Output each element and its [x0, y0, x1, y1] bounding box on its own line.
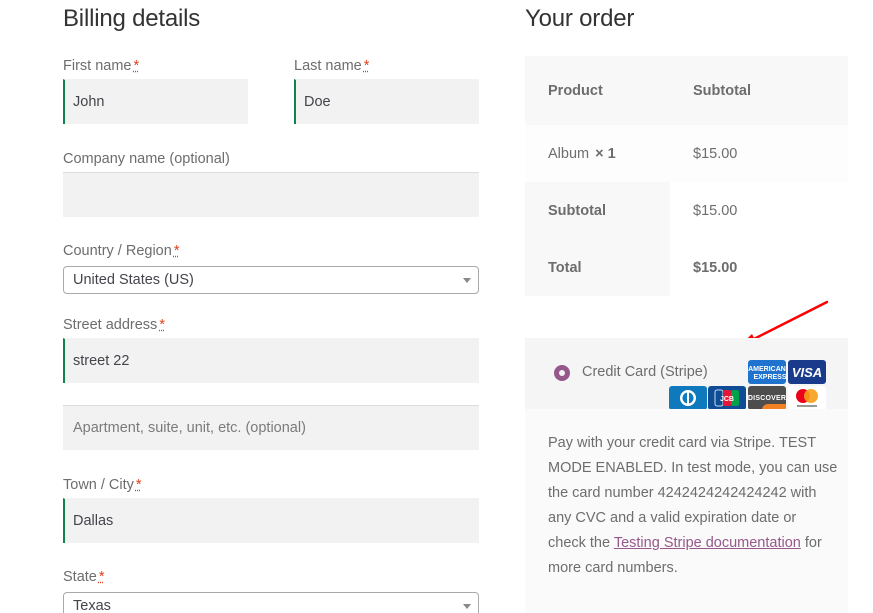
discover-card-icon: DISCOVER [748, 386, 786, 410]
first-name-input[interactable]: John [63, 79, 248, 124]
state-value: Texas [73, 598, 111, 613]
company-name-label-text: Company name (optional) [63, 151, 230, 167]
street-address-value: street 22 [73, 353, 130, 369]
last-name-label-text: Last name [294, 58, 362, 74]
diners-club-card-icon [669, 386, 707, 410]
street-address-input[interactable]: street 22 [63, 338, 479, 383]
street-address-label-text: Street address [63, 317, 158, 333]
cart-subtotal-row: Subtotal $15.00 [525, 182, 848, 239]
payment-description-text: Pay with your credit card via Stripe. TE… [548, 435, 838, 551]
subtotal-label: Subtotal [525, 182, 670, 239]
country-value: United States (US) [73, 272, 194, 288]
svg-text:JCB: JCB [720, 396, 734, 403]
required-mark: * [133, 58, 140, 74]
order-table-header: Product Subtotal [525, 56, 848, 125]
amex-card-icon: AMERICAN EXPRESS [748, 360, 786, 384]
payment-method-radio[interactable] [554, 365, 570, 381]
required-mark: * [135, 477, 142, 493]
order-table: Product Subtotal Album × 1 $15.00 Subtot… [525, 56, 848, 296]
product-quantity: × 1 [595, 145, 616, 162]
billing-details-heading: Billing details [63, 5, 201, 32]
order-total-row: Total $15.00 [525, 239, 848, 296]
payment-method-stripe[interactable]: Credit Card (Stripe) AMERICAN EXPRESS VI… [525, 338, 848, 410]
street-address-line2-placeholder: Apartment, suite, unit, etc. (optional) [73, 420, 306, 436]
mastercard-card-icon [788, 386, 826, 410]
chevron-down-icon [463, 604, 471, 609]
column-header-product: Product [548, 82, 603, 99]
city-label-text: Town / City [63, 477, 134, 493]
city-label: Town / City * [63, 477, 142, 493]
product-subtotal: $15.00 [693, 145, 738, 162]
last-name-label: Last name * [294, 58, 369, 74]
jcb-card-icon: JCB [708, 386, 746, 410]
first-name-label: First name * [63, 58, 139, 74]
svg-text:EXPRESS: EXPRESS [753, 374, 786, 381]
first-name-value: John [73, 94, 105, 110]
street-address-label: Street address * [63, 317, 165, 333]
country-select[interactable]: United States (US) [63, 266, 479, 294]
subtotal-value: $15.00 [693, 202, 738, 219]
country-label-text: Country / Region [63, 243, 172, 259]
payment-description-box: Pay with your credit card via Stripe. TE… [525, 409, 848, 613]
table-row: Album × 1 $15.00 [525, 125, 848, 182]
arrow-shaft [746, 300, 829, 344]
your-order-heading: Your order [525, 5, 635, 32]
city-value: Dallas [73, 513, 114, 529]
first-name-label-text: First name [63, 58, 132, 74]
testing-stripe-documentation-link[interactable]: Testing Stripe documentation [614, 535, 801, 551]
company-name-input[interactable] [63, 172, 479, 217]
visa-card-icon: VISA [788, 360, 826, 384]
payment-method-label[interactable]: Credit Card (Stripe) [582, 364, 708, 380]
total-value: $15.00 [693, 259, 738, 276]
state-label-text: State [63, 569, 97, 585]
street-address-line2-input[interactable]: Apartment, suite, unit, etc. (optional) [63, 405, 479, 450]
country-label: Country / Region * [63, 243, 179, 259]
chevron-down-icon [463, 278, 471, 283]
total-label: Total [525, 239, 670, 296]
column-header-subtotal: Subtotal [693, 82, 751, 99]
state-label: State * [63, 569, 105, 585]
required-mark: * [159, 317, 165, 333]
svg-text:AMERICAN: AMERICAN [748, 366, 786, 373]
last-name-input[interactable]: Doe [294, 79, 479, 124]
last-name-value: Doe [304, 94, 331, 110]
required-mark: * [173, 243, 180, 259]
company-name-label: Company name (optional) [63, 151, 230, 167]
city-input[interactable]: Dallas [63, 498, 479, 543]
required-mark: * [363, 58, 370, 74]
product-cell: Album × 1 [525, 125, 670, 182]
payment-description: Pay with your credit card via Stripe. TE… [548, 431, 838, 581]
state-select[interactable]: Texas [63, 592, 479, 613]
product-name: Album [548, 145, 590, 162]
required-mark: * [98, 569, 105, 585]
